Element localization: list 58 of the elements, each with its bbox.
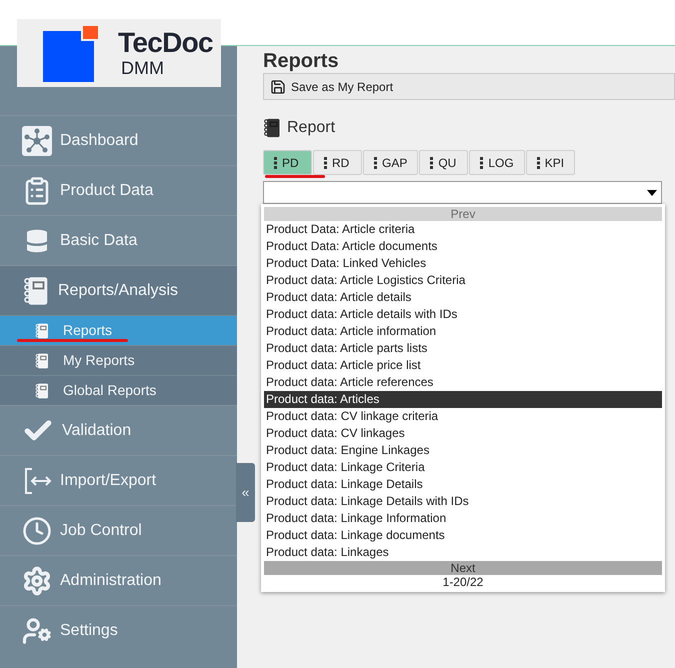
dropdown-option[interactable]: Product data: Article references — [264, 374, 662, 391]
tab[interactable]: KPI — [526, 150, 576, 175]
dropdown-option[interactable]: Product data: Article details — [264, 289, 662, 306]
dropdown-option[interactable]: Product Data: Linked Vehicles — [264, 255, 662, 272]
logo-icon — [43, 24, 100, 82]
page-title: Reports — [263, 49, 340, 73]
notebook-icon — [35, 382, 49, 398]
annotation-underline — [265, 175, 325, 178]
tab[interactable]: PD — [263, 150, 312, 175]
dropdown-option[interactable]: Product Data: Article documents — [264, 238, 662, 255]
sidebar-subitem[interactable]: My Reports — [0, 345, 237, 375]
dropdown-option[interactable]: Product data: Linkage Details — [264, 476, 662, 493]
dropdown-option[interactable]: Product data: Linkage Details with IDs — [264, 493, 662, 510]
tab[interactable]: GAP — [363, 150, 418, 175]
dots-icon — [430, 156, 434, 168]
logo-subtitle: DMM — [121, 59, 165, 77]
dots-icon — [480, 156, 484, 168]
page-count: 1-20/22 — [442, 575, 484, 590]
dropdown-option[interactable]: Product data: Linkage Information — [264, 510, 662, 527]
logo-name: TecDoc — [118, 29, 213, 57]
import-export-icon — [22, 466, 52, 496]
clock-icon — [22, 516, 52, 546]
dropdown-option[interactable]: Product data: Engine Linkages — [264, 442, 662, 459]
notebook-icon — [35, 322, 49, 338]
dropdown-option[interactable]: Product data: CV linkage criteria — [264, 408, 662, 425]
dropdown-option[interactable]: Product data: Linkages — [264, 544, 662, 561]
section-title: Report — [287, 118, 336, 138]
user-settings-icon — [22, 616, 52, 646]
tab[interactable]: QU — [419, 150, 468, 175]
save-button[interactable]: Save as My Report — [270, 78, 394, 96]
report-select[interactable] — [263, 181, 662, 204]
sidebar-item[interactable]: Reports/Analysis — [0, 265, 237, 315]
sidebar-subitem[interactable]: Global Reports — [0, 375, 237, 405]
collapse-handle[interactable]: « — [236, 463, 255, 522]
dropdown-option[interactable]: Product data: Article information — [264, 323, 662, 340]
dots-icon — [536, 156, 540, 168]
dropdown-option[interactable]: Product data: CV linkages — [264, 425, 662, 442]
dropdown-option[interactable]: Product data: Article Logistics Criteria — [264, 272, 662, 289]
tab[interactable]: RD — [313, 150, 362, 175]
dropdown-option[interactable]: Product data: Linkage Criteria — [264, 459, 662, 476]
notebook-icon — [35, 352, 49, 368]
dots-icon — [374, 156, 377, 168]
dropdown-option[interactable]: Product data: Articles — [264, 391, 662, 408]
settings-icon — [22, 566, 52, 596]
notebook-icon — [22, 276, 50, 306]
save-icon — [270, 78, 286, 94]
caret-icon — [647, 190, 657, 196]
next-button[interactable]: Next — [264, 561, 662, 575]
tab[interactable]: LOG — [469, 150, 525, 175]
dots-icon — [274, 156, 277, 168]
network-icon — [22, 126, 52, 156]
dropdown-option[interactable]: Product data: Linkage documents — [264, 527, 662, 544]
notebook-icon — [263, 118, 281, 138]
dropdown-option[interactable]: Product Data: Article criteria — [264, 221, 662, 238]
dropdown-option[interactable]: Product data: Article details with IDs — [264, 306, 662, 323]
dots-icon — [324, 156, 327, 168]
dropdown-option[interactable]: Product data: Article price list — [264, 357, 662, 374]
dropdown-option[interactable]: Product data: Article parts lists — [264, 340, 662, 357]
